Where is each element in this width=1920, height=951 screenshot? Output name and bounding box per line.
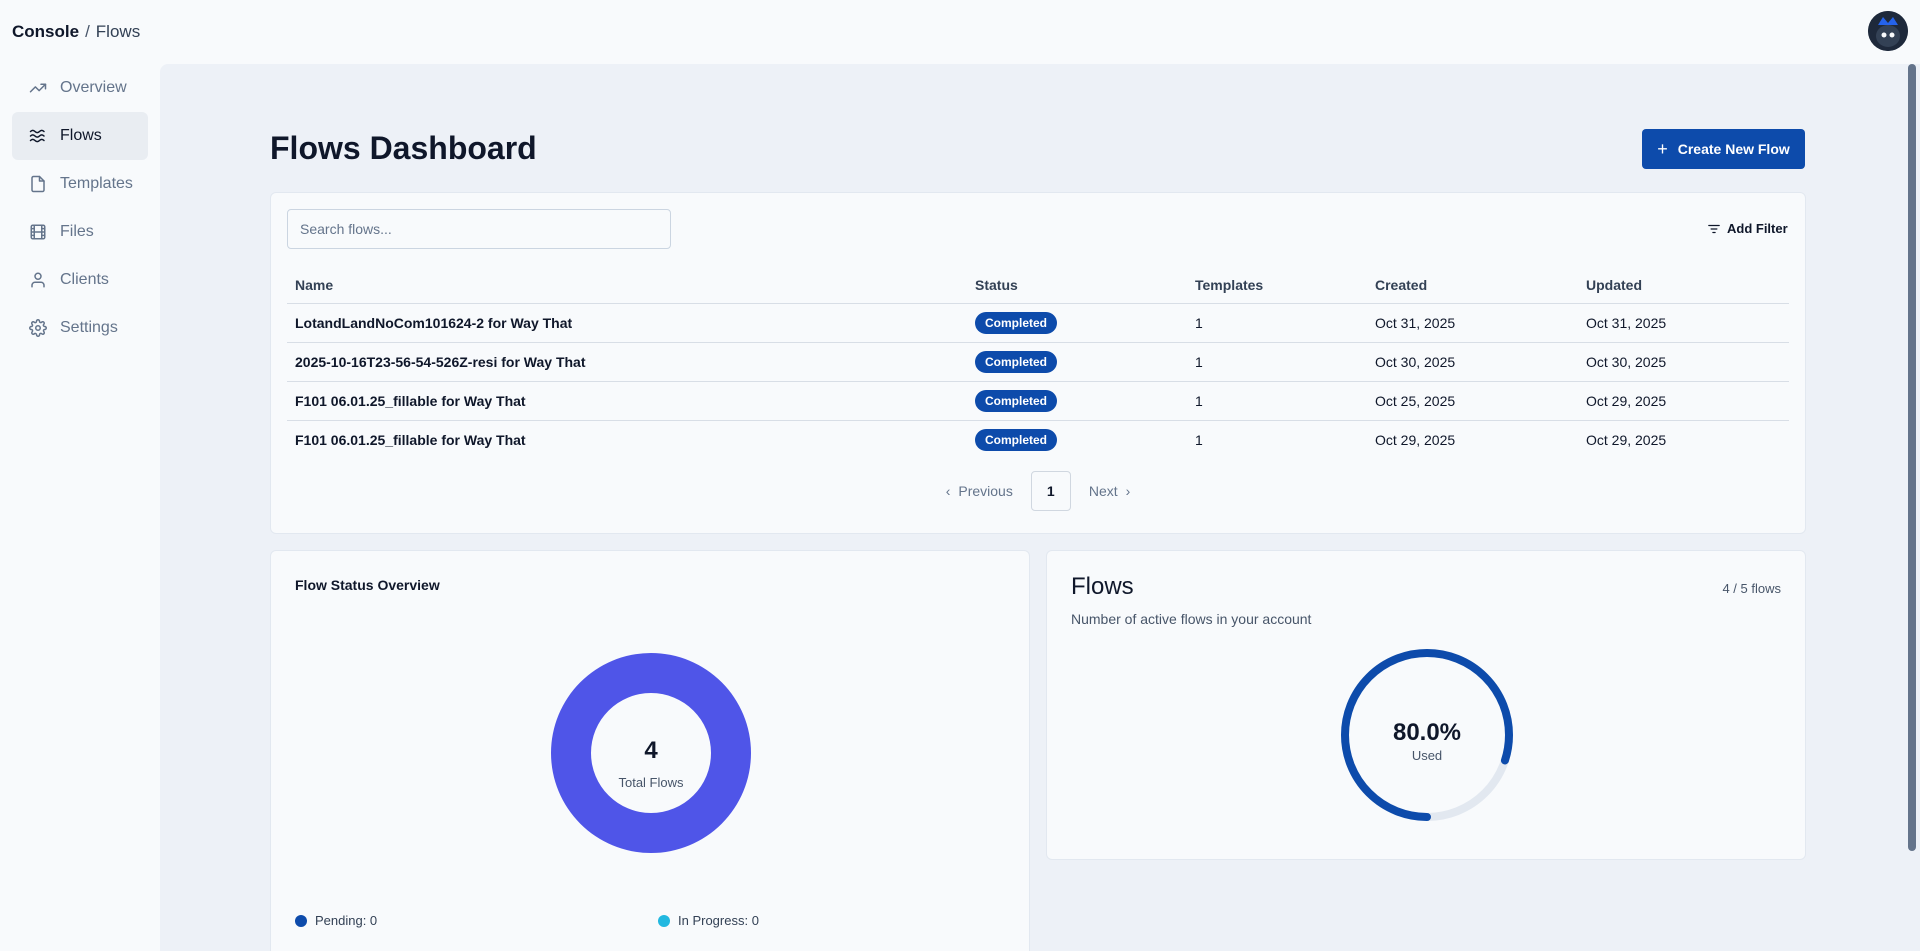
flows-table-card: Search flows... Add Filter Name Status T… (270, 192, 1806, 534)
film-icon (30, 224, 46, 240)
add-filter-label: Add Filter (1727, 221, 1788, 236)
legend-label: Pending: 0 (315, 913, 378, 928)
user-icon (31, 272, 45, 288)
next-label: Next (1088, 483, 1118, 499)
flows-usage-card: Flows Number of active flows in your acc… (1046, 550, 1806, 860)
total-flows-label: Total Flows (618, 775, 684, 790)
sidebar-item-label: Overview (60, 79, 127, 96)
table-row[interactable]: F101 06.01.25_fillable for Way That Comp… (287, 381, 1789, 421)
sidebar-item-label: Files (60, 223, 94, 240)
flow-name[interactable]: F101 06.01.25_fillable for Way That (287, 381, 967, 421)
sidebar-item-clients[interactable]: Clients (12, 256, 148, 304)
avatar[interactable] (1868, 11, 1908, 51)
status-cell: Completed (967, 342, 1187, 382)
sidebar-item-overview[interactable]: Overview (12, 64, 148, 112)
column-header-templates[interactable]: Templates (1187, 267, 1367, 304)
updated-date: Oct 29, 2025 (1586, 431, 1667, 448)
status-badge: Completed (975, 350, 1058, 373)
top-bar: Console / Flows (0, 0, 1920, 64)
updated-date: Oct 31, 2025 (1578, 303, 1789, 343)
column-header-updated[interactable]: Updated (1578, 267, 1789, 304)
usage-used-label: Used (1411, 748, 1443, 763)
page-title: Flows Dashboard (270, 130, 537, 166)
status-overview-title: Flow Status Overview (295, 577, 440, 593)
sidebar: Overview Flows Templates Files Clients S… (0, 64, 160, 951)
add-filter-button[interactable]: Add Filter (1707, 221, 1788, 236)
sidebar-item-label: Flows (60, 127, 102, 144)
sidebar-item-flows[interactable]: Flows (12, 112, 148, 160)
created-date: Oct 31, 2025 (1367, 303, 1578, 343)
trending-up-icon (29, 83, 47, 93)
scrollbar[interactable] (1908, 64, 1916, 851)
status-badge: Completed (975, 428, 1058, 451)
created-date: Oct 29, 2025 (1375, 431, 1456, 448)
flows-usage-subtitle: Number of active flows in your account (1071, 611, 1312, 627)
legend-dot (295, 914, 307, 927)
sidebar-item-files[interactable]: Files (12, 208, 148, 256)
previous-page-button[interactable]: ‹ Previous (946, 483, 1013, 499)
flow-name[interactable]: LotandLandNoCom101624-2 for Way That (287, 303, 967, 343)
sidebar-item-label: Templates (60, 175, 133, 192)
legend-label: In Progress: 0 (678, 913, 759, 928)
breadcrumb-separator: / (85, 22, 90, 41)
create-new-flow-button[interactable]: + Create New Flow (1642, 129, 1805, 169)
sidebar-item-templates[interactable]: Templates (12, 160, 148, 208)
usage-percent: 80.0% (1392, 719, 1462, 746)
search-input[interactable]: Search flows... (287, 209, 671, 249)
breadcrumb-root[interactable]: Console (12, 22, 79, 41)
created-date: Oct 25, 2025 (1367, 381, 1578, 421)
gear-icon (29, 319, 47, 337)
plus-icon: + (1657, 138, 1668, 159)
table-row[interactable]: F101 06.01.25_fillable for Way That Comp… (287, 420, 1789, 459)
templates-count: 1 (1195, 431, 1203, 448)
flow-status-overview-card: Flow Status Overview 4 Total Flows Pendi… (270, 550, 1030, 951)
status-cell: Completed (967, 303, 1187, 343)
column-header-name[interactable]: Name (287, 267, 967, 304)
templates-count: 1 (1187, 342, 1367, 382)
pagination: ‹ Previous 1 Next › (271, 471, 1805, 511)
file-icon (31, 175, 45, 193)
flow-name[interactable]: F101 06.01.25_fillable for Way That (287, 420, 967, 459)
total-flows-count: 4 (644, 737, 658, 764)
chevron-left-icon: ‹ (945, 483, 951, 499)
avatar-image (1868, 11, 1908, 51)
flows-usage-title: Flows (1071, 573, 1134, 600)
column-header-status[interactable]: Status (967, 267, 1187, 304)
sidebar-item-label: Clients (60, 271, 109, 288)
breadcrumb-current: Flows (95, 22, 141, 41)
page-number-button[interactable]: 1 (1030, 471, 1071, 511)
legend-dot (658, 914, 670, 927)
updated-date: Oct 29, 2025 (1578, 381, 1789, 421)
flow-name[interactable]: 2025-10-16T23-56-54-526Z-resi for Way Th… (287, 342, 967, 382)
flows-usage-count: 4 / 5 flows (1722, 581, 1781, 596)
table-row[interactable]: LotandLandNoCom101624-2 for Way That Com… (287, 303, 1789, 343)
status-badge: Completed (975, 311, 1058, 334)
status-cell: Completed (967, 420, 1187, 459)
waves-icon (29, 129, 45, 143)
status-badge: Completed (975, 389, 1058, 412)
created-date: Oct 30, 2025 (1367, 342, 1578, 382)
table-row[interactable]: 2025-10-16T23-56-54-526Z-resi for Way Th… (287, 342, 1789, 382)
sidebar-item-label: Settings (60, 319, 118, 336)
legend-item-pending: Pending: 0 (295, 913, 377, 928)
create-new-flow-label: Create New Flow (1677, 141, 1790, 157)
templates-count: 1 (1187, 303, 1367, 343)
next-page-button[interactable]: Next › (1089, 483, 1130, 499)
previous-label: Previous (958, 483, 1013, 499)
table-header-row: Name Status Templates Created Updated (287, 267, 1789, 304)
column-header-created[interactable]: Created (1367, 267, 1578, 304)
updated-date: Oct 30, 2025 (1578, 342, 1789, 382)
chevron-right-icon: › (1125, 483, 1131, 499)
sidebar-item-settings[interactable]: Settings (12, 304, 148, 352)
filter-icon (1708, 224, 1720, 233)
flows-table: Name Status Templates Created Updated Lo… (287, 267, 1789, 459)
main-content: Flows Dashboard + Create New Flow Search… (160, 64, 1920, 951)
templates-count: 1 (1187, 381, 1367, 421)
legend-item-in-progress: In Progress: 0 (658, 913, 759, 928)
breadcrumb: Console / Flows (12, 22, 140, 42)
status-cell: Completed (967, 381, 1187, 421)
